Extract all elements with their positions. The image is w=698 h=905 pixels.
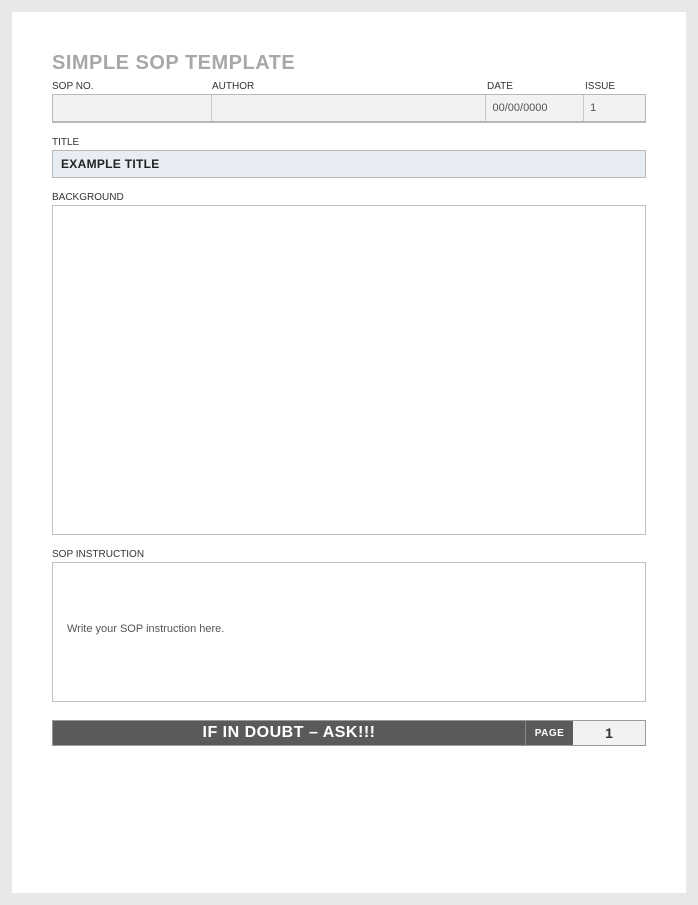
field-issue[interactable]: 1 <box>584 95 645 121</box>
label-sop-no: SOP NO. <box>52 81 212 92</box>
footer-bar: IF IN DOUBT – ASK!!! PAGE 1 <box>52 720 646 746</box>
header-label-row: SOP NO. AUTHOR DATE ISSUE <box>52 81 646 92</box>
field-author[interactable] <box>212 95 486 121</box>
label-issue: ISSUE <box>585 81 646 92</box>
field-date[interactable]: 00/00/0000 <box>486 95 584 121</box>
field-sop-instruction[interactable]: Write your SOP instruction here. <box>52 562 646 702</box>
footer-page-number: 1 <box>573 721 645 745</box>
label-sop-instruction: SOP INSTRUCTION <box>52 549 646 560</box>
label-title: TITLE <box>52 137 646 148</box>
field-title[interactable]: EXAMPLE TITLE <box>52 150 646 178</box>
document-page: SIMPLE SOP TEMPLATE SOP NO. AUTHOR DATE … <box>12 12 686 893</box>
label-author: AUTHOR <box>212 81 487 92</box>
document-title: SIMPLE SOP TEMPLATE <box>52 52 646 75</box>
footer-page-label: PAGE <box>525 721 573 745</box>
footer-message: IF IN DOUBT – ASK!!! <box>53 721 525 745</box>
header-value-row: 00/00/0000 1 <box>52 94 646 123</box>
label-date: DATE <box>487 81 585 92</box>
label-background: BACKGROUND <box>52 192 646 203</box>
field-sop-no[interactable] <box>53 95 212 121</box>
field-background[interactable] <box>52 205 646 535</box>
